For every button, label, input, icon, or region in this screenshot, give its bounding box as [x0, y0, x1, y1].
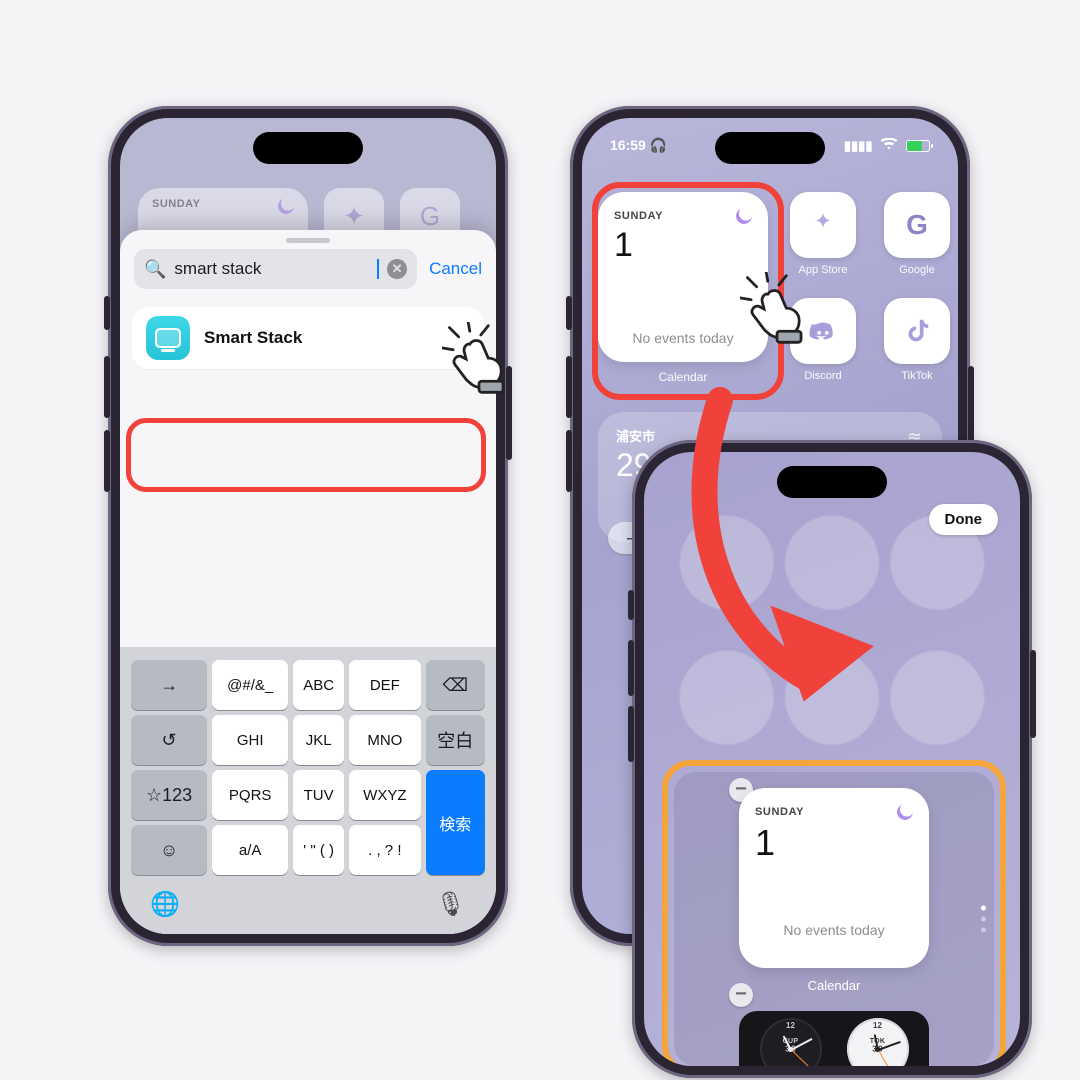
- software-keyboard[interactable]: → @#/&_ ABC DEF ⌫ ↺ GHI JKL MNO 空白 ☆: [120, 647, 496, 934]
- calendar-events: No events today: [755, 922, 913, 938]
- clear-search-icon[interactable]: ✕: [387, 259, 407, 279]
- moon-icon: [278, 198, 294, 214]
- dictation-icon[interactable]: 🎙: [436, 890, 466, 919]
- status-time: 16:59: [610, 137, 646, 153]
- app-discord[interactable]: [790, 298, 856, 364]
- key-undo[interactable]: ↺: [131, 715, 207, 765]
- key-jkl[interactable]: JKL: [293, 715, 344, 765]
- key-punct[interactable]: . , ? !: [349, 825, 421, 875]
- phone-stack-editor: Done − SUNDAY 1 No events today Calendar…: [632, 440, 1032, 1078]
- key-symbols[interactable]: @#/&_: [212, 660, 288, 710]
- search-result-label: Smart Stack: [204, 328, 302, 348]
- google-g-icon: G: [906, 209, 928, 241]
- clock-face-left: 12 3 6 9 CUP: [760, 1018, 822, 1066]
- app-google[interactable]: G: [884, 192, 950, 258]
- key-def[interactable]: DEF: [349, 660, 421, 710]
- search-icon: 🔍: [144, 259, 166, 280]
- clock-face-right: 12 3 6 9 TOK: [847, 1018, 909, 1066]
- smart-stack-icon: [146, 316, 190, 360]
- moon-icon: [736, 208, 752, 224]
- stack-calendar-label: Calendar: [808, 978, 861, 993]
- calendar-events: No events today: [614, 330, 752, 346]
- widget-search-sheet: 🔍 smart stack ✕ Cancel Smart Stack → @#/…: [120, 230, 496, 934]
- sheet-grabber[interactable]: [286, 238, 330, 243]
- stack-page-indicator[interactable]: [981, 906, 986, 933]
- globe-icon[interactable]: 🌐: [150, 890, 180, 919]
- app-google-label: Google: [899, 264, 934, 276]
- key-ghi[interactable]: GHI: [212, 715, 288, 765]
- key-quotes[interactable]: ' " ( ): [293, 825, 344, 875]
- stack-clock-widget[interactable]: 12 3 6 9 CUP 12 3 6 9: [739, 1011, 929, 1066]
- signal-icon: ▮▮▮▮: [844, 138, 873, 153]
- key-wxyz[interactable]: WXYZ: [349, 770, 421, 820]
- key-space[interactable]: 空白: [426, 715, 485, 765]
- app-appstore[interactable]: [790, 192, 856, 258]
- app-tiktok-label: TikTok: [901, 370, 932, 382]
- search-query: smart stack: [174, 259, 369, 279]
- phone-search-widgets: SUNDAY ✦ G 🔍 smart stack ✕ Cancel Smart …: [108, 106, 508, 946]
- key-next[interactable]: →: [131, 660, 207, 710]
- widget-search-field[interactable]: 🔍 smart stack ✕: [134, 249, 417, 289]
- app-discord-label: Discord: [804, 370, 841, 382]
- done-button[interactable]: Done: [929, 504, 999, 535]
- key-mode[interactable]: ☆123: [131, 770, 207, 820]
- app-tiktok[interactable]: [884, 298, 950, 364]
- dynamic-island: [715, 132, 825, 164]
- calendar-date: 1: [614, 226, 752, 265]
- cancel-button[interactable]: Cancel: [429, 259, 482, 279]
- key-tuv[interactable]: TUV: [293, 770, 344, 820]
- calendar-day: SUNDAY: [614, 210, 663, 222]
- dynamic-island: [253, 132, 363, 164]
- key-abc[interactable]: ABC: [293, 660, 344, 710]
- key-case[interactable]: a/A: [212, 825, 288, 875]
- headphones-icon: 🎧: [650, 137, 667, 153]
- stack-calendar-widget[interactable]: SUNDAY 1 No events today: [739, 788, 929, 968]
- calendar-day: SUNDAY: [755, 806, 804, 818]
- battery-icon: [906, 140, 930, 152]
- calendar-widget-label: Calendar: [598, 370, 768, 384]
- key-backspace[interactable]: ⌫: [426, 660, 485, 710]
- app-appstore-label: App Store: [799, 264, 848, 276]
- key-search[interactable]: 検索: [426, 770, 485, 875]
- key-mno[interactable]: MNO: [349, 715, 421, 765]
- bg-cal-day: SUNDAY: [152, 198, 200, 234]
- dynamic-island: [777, 466, 887, 498]
- calendar-widget[interactable]: SUNDAY 1 No events today: [598, 192, 768, 362]
- key-emoji[interactable]: ☺: [131, 825, 207, 875]
- smart-stack-editor[interactable]: − SUNDAY 1 No events today Calendar − 12…: [674, 772, 994, 1066]
- moon-icon: [897, 804, 913, 820]
- annotation-highlight-result: [126, 418, 486, 492]
- calendar-date: 1: [755, 822, 913, 864]
- search-result-smart-stack[interactable]: Smart Stack: [132, 307, 484, 369]
- text-caret: [377, 259, 379, 279]
- remove-widget-button[interactable]: −: [729, 983, 753, 1007]
- key-pqrs[interactable]: PQRS: [212, 770, 288, 820]
- wifi-icon: [881, 138, 901, 153]
